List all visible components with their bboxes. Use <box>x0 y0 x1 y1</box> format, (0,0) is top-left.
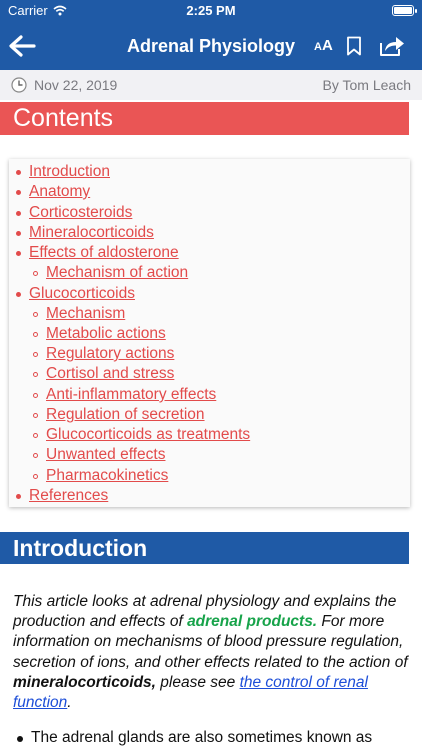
toc-item-glucocorticoids[interactable]: Glucocorticoids <box>29 285 135 303</box>
toc-sub-bullet <box>33 332 38 337</box>
share-icon[interactable] <box>378 34 406 58</box>
toc-sub-bullet <box>33 474 38 479</box>
toc-item-mineralocorticoids[interactable]: Mineralocorticoids <box>29 224 154 242</box>
toc-item-cortisol-and-stress[interactable]: Cortisol and stress <box>46 365 174 383</box>
toc-sub-bullet <box>33 433 38 438</box>
toc-item-regulation-of-secretion[interactable]: Regulation of secretion <box>46 406 205 424</box>
toc-item-introduction[interactable]: Introduction <box>29 163 110 181</box>
status-time: 2:25 PM <box>186 3 236 18</box>
highlighted-term: adrenal products. <box>187 613 318 631</box>
toc-bullet <box>16 211 21 216</box>
toc-item-anti-inflammatory-effects[interactable]: Anti-inflammatory effects <box>46 386 216 404</box>
introduction-heading: Introduction <box>0 532 409 564</box>
toc-bullet <box>16 494 21 499</box>
toc-item-mechanism[interactable]: Mechanism <box>46 305 125 323</box>
toc-item-unwanted-effects[interactable]: Unwanted effects <box>46 446 165 464</box>
toc-item-glucocorticoids-as-treatments[interactable]: Glucocorticoids as treatments <box>46 426 250 444</box>
toc-item-corticosteroids[interactable]: Corticosteroids <box>29 204 132 222</box>
toc-sub-bullet <box>33 372 38 377</box>
toc-bullet <box>16 292 21 297</box>
toc-item-anatomy[interactable]: Anatomy <box>29 183 90 201</box>
table-of-contents: Introduction Anatomy Corticosteroids Min… <box>9 159 410 507</box>
introduction-paragraph: This article looks at adrenal physiology… <box>13 592 413 713</box>
battery-icon <box>392 5 417 16</box>
contents-heading: Contents <box>0 102 409 135</box>
list-item: The adrenal glands are also sometimes kn… <box>31 729 373 746</box>
bold-term: mineralocorticoids, <box>13 673 156 691</box>
paragraph-text: . <box>67 694 72 712</box>
toc-sub-bullet <box>33 393 38 398</box>
toc-bullet <box>16 170 21 175</box>
toc-sub-bullet <box>33 352 38 357</box>
toc-item-pharmacokinetics[interactable]: Pharmacokinetics <box>46 467 168 485</box>
toc-sub-bullet <box>33 413 38 418</box>
font-size-button[interactable]: AA <box>314 37 333 54</box>
paragraph-text: please see <box>155 673 240 691</box>
toc-item-references[interactable]: References <box>29 487 108 505</box>
toc-item-metabolic-actions[interactable]: Metabolic actions <box>46 325 166 343</box>
font-size-large-a: A <box>321 37 333 54</box>
list-bullet <box>17 736 23 742</box>
toc-sub-bullet <box>33 453 38 458</box>
toc-sub-bullet <box>33 312 38 317</box>
toc-sub-bullet <box>33 271 38 276</box>
toc-item-effects-of-aldosterone[interactable]: Effects of aldosterone <box>29 244 179 262</box>
toc-item-mechanism-of-action[interactable]: Mechanism of action <box>46 264 188 282</box>
toc-bullet <box>16 251 21 256</box>
nav-bar: Adrenal Physiology AA <box>0 22 422 70</box>
clock-icon <box>11 77 27 93</box>
toc-bullet <box>16 231 21 236</box>
font-size-small-a: A <box>314 41 322 53</box>
toc-bullet <box>16 190 21 195</box>
bookmark-icon[interactable] <box>346 36 362 56</box>
status-bar: Carrier 2:25 PM <box>0 0 422 22</box>
toc-item-regulatory-actions[interactable]: Regulatory actions <box>46 345 174 363</box>
article-meta: Nov 22, 2019 By Tom Leach <box>0 70 422 100</box>
article-author: By Tom Leach <box>322 77 411 93</box>
article-date: Nov 22, 2019 <box>34 77 118 93</box>
